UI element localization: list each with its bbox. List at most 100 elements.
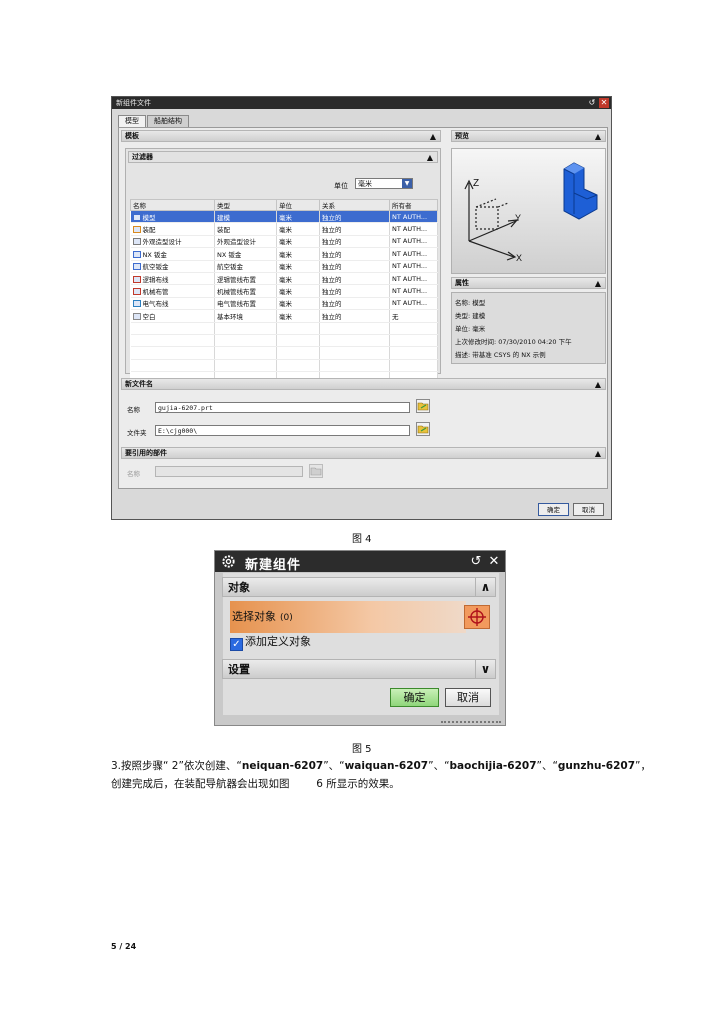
table-cell: NT AUTH... [389, 272, 438, 286]
table-cell [276, 346, 320, 360]
unit-select[interactable]: 毫米 ▼ [355, 178, 413, 189]
browse-folder-button[interactable] [416, 422, 430, 436]
text-run: ”， [635, 760, 651, 772]
table-cell: NX 钣金 [130, 247, 215, 261]
empty-row [130, 359, 438, 373]
cell-text: NT AUTH... [392, 287, 428, 296]
figure-5-caption: 图 5 [352, 744, 372, 755]
table-row[interactable]: 航空钣金 航空钣金 毫米 独立的 NT AUTH... [130, 260, 438, 273]
object-section-title: 对象 [228, 581, 250, 594]
template-icon [132, 226, 141, 234]
name-input[interactable]: gujia-6207.prt [155, 402, 410, 413]
cancel-button[interactable]: 取消 [573, 503, 604, 516]
properties-section-header[interactable]: 属性 ▲ [451, 277, 606, 289]
table-row[interactable]: 机械布管 机械管线布置 毫米 独立的 NT AUTH... [130, 284, 438, 298]
property-type: 类型: 建模 [455, 312, 486, 320]
column-header[interactable]: 单位 [276, 199, 320, 211]
new-file-dialog: 新组件文件 ↺ ✕ 模型 船舶结构 模板 ▲ 预览 ▲ 过滤器 ▲ 单位 毫米 … [111, 96, 612, 520]
tab-ship-structure[interactable]: 船舶结构 [147, 115, 189, 127]
column-header[interactable]: 关系 [319, 199, 390, 211]
select-object-button[interactable] [464, 605, 490, 629]
cell-text: 装配 [217, 226, 230, 235]
referenced-part-header[interactable]: 要引用的部件 ▲ [121, 447, 606, 459]
template-section-header[interactable]: 模板 ▲ [121, 130, 441, 142]
select-count: (0) [280, 613, 293, 623]
table-header-row: 名称 类型 单位 关系 所有者 [130, 199, 438, 211]
column-header[interactable]: 所有者 [389, 199, 438, 211]
table-cell [214, 334, 277, 348]
ref-name-input [155, 466, 303, 477]
cancel-button[interactable]: 取消 [445, 688, 491, 707]
part-name: gunzhu-6207 [557, 760, 635, 772]
preview-section-header[interactable]: 预览 ▲ [451, 130, 606, 142]
collapse-icon[interactable]: ▲ [595, 448, 601, 459]
folder-icon [310, 467, 322, 476]
table-cell: 无 [389, 309, 438, 323]
browse-ref-button [309, 464, 323, 478]
collapse-icon[interactable]: ▲ [427, 152, 433, 163]
checkbox-checked-icon[interactable]: ✓ [230, 638, 243, 651]
object-section-header[interactable]: 对象 ∧ [222, 577, 496, 597]
ok-button[interactable]: 确定 [390, 688, 439, 707]
table-cell: 外观造型设计 [130, 235, 215, 249]
reset-icon[interactable]: ↺ [469, 555, 483, 569]
table-cell: 毫米 [276, 272, 320, 286]
close-icon[interactable]: ✕ [487, 555, 501, 569]
cell-text: 外观造型设计 [142, 238, 182, 247]
table-cell [276, 359, 320, 373]
gear-icon[interactable] [221, 554, 236, 569]
cell-text: 毫米 [279, 312, 292, 321]
new-file-name-header[interactable]: 新文件名 ▲ [121, 378, 606, 390]
close-icon[interactable]: ✕ [599, 98, 609, 108]
reset-icon[interactable]: ↺ [587, 98, 597, 108]
filter-panel: 过滤器 ▲ 单位 毫米 ▼ 名称 类型 单位 关系 所有者 模型 建模 毫米 独… [125, 148, 441, 385]
table-row[interactable]: 装配 装配 毫米 独立的 NT AUTH... [130, 222, 438, 236]
table-row[interactable]: 外观造型设计 外观造型设计 毫米 独立的 NT AUTH... [130, 235, 438, 249]
part-name: baochijia-6207 [449, 760, 537, 772]
ok-button[interactable]: 确定 [538, 503, 569, 516]
step-paragraph-line-2: 创建完成后，在装配导航器会出现如图 6 所显示的效果。 [111, 778, 400, 790]
figure-4-caption: 图 4 [352, 534, 372, 545]
table-cell [130, 334, 215, 348]
select-object-row[interactable]: 选择对象 (0) [230, 601, 466, 633]
cell-text: 外观造型设计 [217, 238, 256, 247]
table-cell: 建模 [214, 210, 277, 224]
table-row[interactable]: 空白 基本环境 毫米 独立的 无 [130, 309, 438, 323]
chevron-up-icon[interactable]: ∧ [475, 578, 495, 596]
name-label: 名称 [127, 406, 140, 414]
settings-section-header[interactable]: 设置 ∨ [222, 659, 496, 679]
collapse-icon[interactable]: ▲ [595, 131, 601, 142]
unit-label: 单位 [334, 182, 348, 190]
collapse-icon[interactable]: ▲ [430, 131, 436, 142]
table-cell [130, 322, 215, 335]
add-defining-objects-row[interactable]: ✓ 添加定义对象 [230, 635, 311, 651]
table-cell [389, 334, 438, 348]
column-header[interactable]: 类型 [214, 199, 277, 211]
collapse-icon[interactable]: ▲ [595, 278, 601, 289]
cell-text: 独立的 [322, 238, 342, 247]
chevron-down-icon[interactable]: ∨ [475, 660, 495, 678]
filter-header[interactable]: 过滤器 ▲ [128, 151, 438, 163]
preview-image: Z Y X [451, 148, 606, 274]
dialog-title: 新建组件 [245, 558, 302, 573]
cell-text: 毫米 [279, 263, 292, 272]
browse-name-button[interactable] [416, 399, 430, 413]
table-cell: 模型 [130, 210, 215, 224]
select-object-label: 选择对象 [232, 610, 276, 623]
column-header[interactable]: 名称 [130, 199, 215, 211]
folder-icon [417, 425, 429, 434]
collapse-icon[interactable]: ▲ [595, 379, 601, 390]
table-row[interactable]: 逻辑布线 逻辑管线布置 毫米 独立的 NT AUTH... [130, 272, 438, 286]
table-row[interactable]: NX 钣金 NX 钣金 毫米 独立的 NT AUTH... [130, 247, 438, 261]
folder-input[interactable]: E:\cjg000\ [155, 425, 410, 436]
resize-grip[interactable] [441, 717, 501, 723]
settings-section-title: 设置 [228, 663, 250, 676]
table-row[interactable]: 模型 建模 毫米 独立的 NT AUTH... [130, 210, 438, 224]
table-cell: 外观造型设计 [214, 235, 277, 249]
tab-model[interactable]: 模型 [118, 115, 146, 127]
table-row[interactable]: 电气布线 电气管线布置 毫米 独立的 NT AUTH... [130, 297, 438, 311]
chevron-down-icon[interactable]: ▼ [402, 179, 412, 188]
cell-text: 航空钣金 [142, 263, 169, 272]
cell-text: 毫米 [279, 250, 292, 259]
cell-text: NX 钣金 [217, 250, 242, 259]
